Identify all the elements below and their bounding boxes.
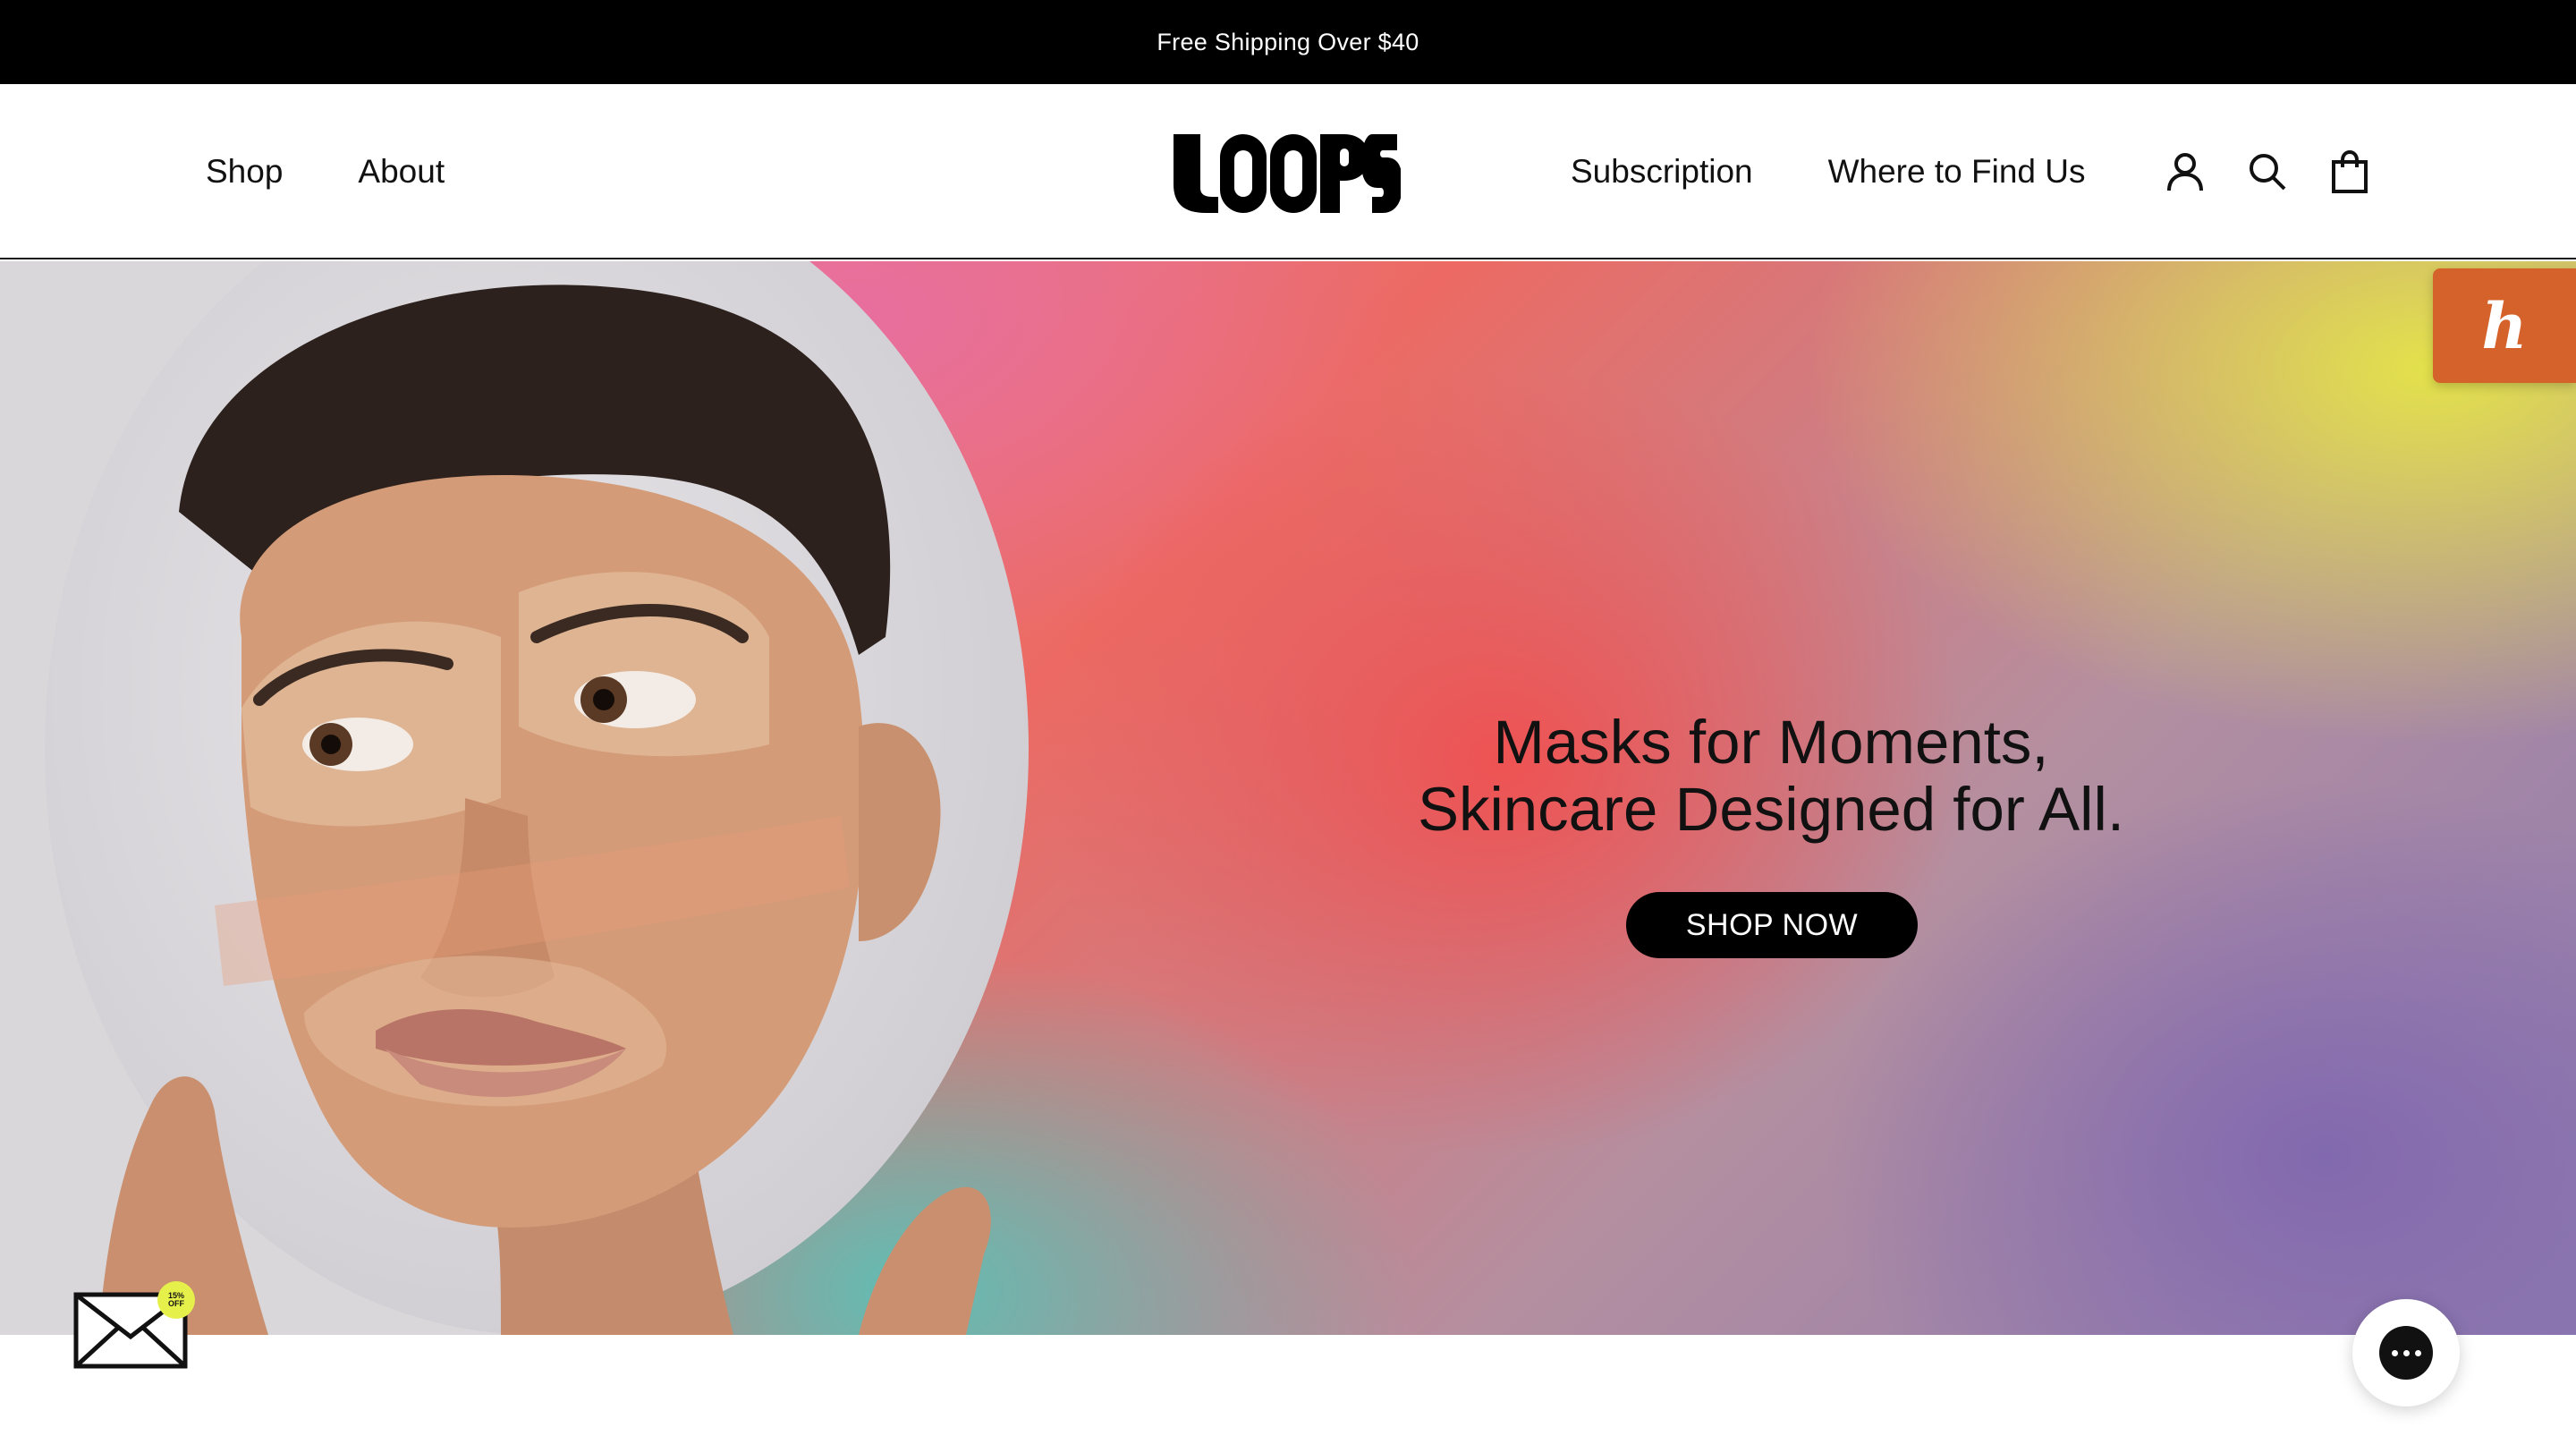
announcement-bar: Free Shipping Over $40: [0, 0, 2576, 84]
nav-link-subscription[interactable]: Subscription: [1571, 153, 1753, 191]
site-header: Shop About Subscription Where to Find Us: [0, 84, 2576, 259]
loops-logo[interactable]: [1172, 131, 1402, 217]
primary-nav-left: Shop About: [206, 84, 445, 259]
chat-launcher-button[interactable]: [2352, 1299, 2460, 1406]
hero-headline: Masks for Moments, Skincare Designed for…: [1324, 709, 2218, 843]
model-face-illustration: [98, 285, 991, 1335]
hero-banner: Masks for Moments, Skincare Designed for…: [0, 261, 2576, 1335]
nav-link-where-to-find-us[interactable]: Where to Find Us: [1828, 153, 2086, 191]
search-icon[interactable]: [2247, 149, 2288, 195]
account-icon[interactable]: [2165, 149, 2206, 195]
hero-headline-line-1: Masks for Moments,: [1493, 708, 2049, 777]
nav-link-shop[interactable]: Shop: [206, 153, 283, 191]
discount-badge[interactable]: 15% OFF: [157, 1281, 195, 1319]
primary-nav-right: Subscription Where to Find Us: [1571, 84, 2085, 259]
discount-badge-off: OFF: [168, 1299, 184, 1308]
logo-wordmark: [1174, 134, 1402, 213]
chat-bubble-icon: [2379, 1326, 2433, 1380]
honey-extension-tab[interactable]: h: [2433, 268, 2576, 383]
shop-now-button[interactable]: SHOP NOW: [1626, 892, 1918, 958]
announcement-text: Free Shipping Over $40: [1157, 28, 1419, 55]
honey-logo-icon: h: [2481, 288, 2528, 363]
header-icons: [2165, 84, 2370, 259]
cart-icon[interactable]: [2329, 149, 2370, 195]
hero-headline-line-2: Skincare Designed for All.: [1417, 775, 2125, 844]
nav-link-about[interactable]: About: [358, 153, 445, 191]
